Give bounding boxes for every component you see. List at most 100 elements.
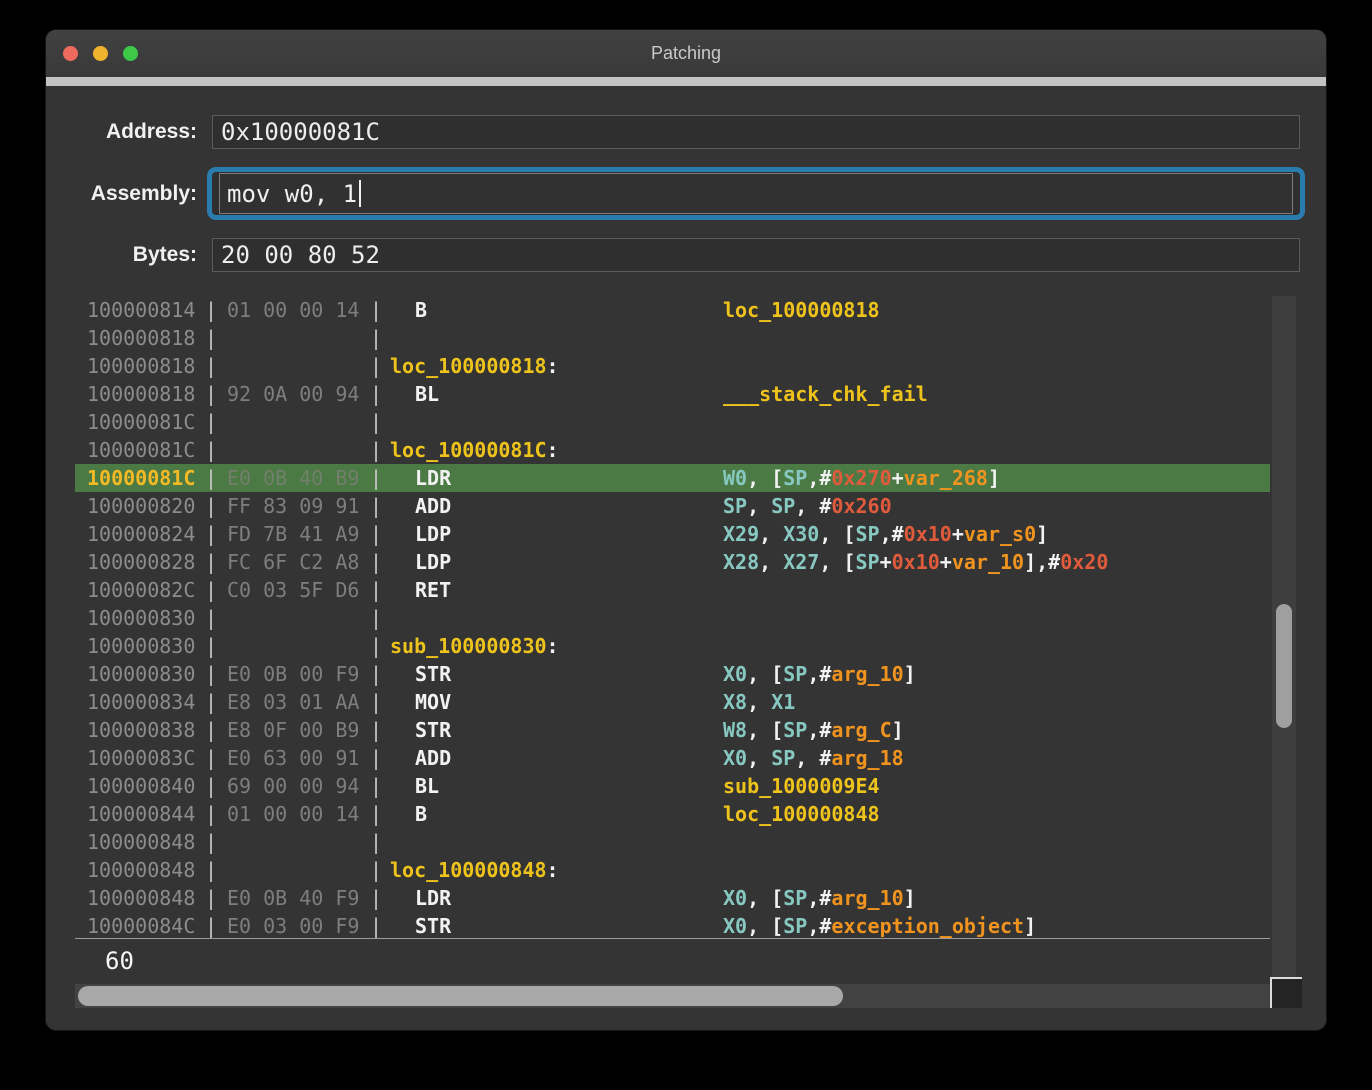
operand-seg: X28 <box>723 550 759 574</box>
address-cell: 100000820 <box>87 492 195 520</box>
operands-cell: W8, [SP,#arg_C] <box>723 716 904 744</box>
operand-seg: ,# <box>807 718 831 742</box>
address-cell: 100000830 <box>87 660 195 688</box>
horizontal-scrollbar-track[interactable] <box>75 984 1270 1008</box>
bytes-cell: 01 00 00 14 <box>227 800 359 828</box>
disasm-row[interactable]: 100000824|FD 7B 41 A9|LDPX29, X30, [SP,#… <box>75 520 1270 548</box>
column-separator: | <box>370 324 382 352</box>
operand-seg: X30 <box>783 522 819 546</box>
resize-corner[interactable] <box>1270 977 1302 1008</box>
mnemonic-cell: STR <box>415 660 451 688</box>
minimize-button-icon[interactable] <box>93 46 108 61</box>
mnemonic-cell: BL <box>415 380 439 408</box>
column-separator: | <box>370 436 382 464</box>
column-separator: | <box>205 408 217 436</box>
operand-seg: SP <box>783 914 807 938</box>
disasm-row[interactable]: 100000834|E8 03 01 AA|MOVX8, X1 <box>75 688 1270 716</box>
label-name: loc_10000081C <box>390 438 547 462</box>
disasm-row[interactable]: 10000083C|E0 63 00 91|ADDX0, SP, #arg_18 <box>75 744 1270 772</box>
address-input[interactable] <box>212 115 1300 149</box>
disasm-row[interactable]: 100000848||loc_100000848: <box>75 856 1270 884</box>
operands-cell: loc_100000818 <box>723 296 880 324</box>
bytes-input[interactable] <box>212 238 1300 272</box>
operand-seg: ] <box>1036 522 1048 546</box>
disassembly-rows: 100000814|01 00 00 14|Bloc_1000008181000… <box>75 296 1270 942</box>
assembly-input[interactable]: mov w0, 1 <box>219 173 1293 214</box>
column-separator: | <box>205 856 217 884</box>
disasm-row[interactable]: 10000081C|| <box>75 408 1270 436</box>
column-separator: | <box>370 632 382 660</box>
operand-seg: ],# <box>1024 550 1060 574</box>
operands-cell: X0, SP, #arg_18 <box>723 744 904 772</box>
assembly-focus-ring: mov w0, 1 <box>207 167 1305 220</box>
column-separator: | <box>370 576 382 604</box>
horizontal-scrollbar-thumb[interactable] <box>78 986 843 1006</box>
mnemonic-cell: ADD <box>415 492 451 520</box>
vertical-scrollbar-track[interactable] <box>1272 296 1296 977</box>
address-cell: 10000081C <box>87 436 195 464</box>
label-name: loc_100000818 <box>390 354 547 378</box>
operand-seg: , # <box>795 494 831 518</box>
operand-seg: var_10 <box>952 550 1024 574</box>
bytes-cell: C0 03 5F D6 <box>227 576 359 604</box>
window-title: Patching <box>46 30 1326 77</box>
operands-cell: ___stack_chk_fail <box>723 380 928 408</box>
column-separator: | <box>370 352 382 380</box>
disasm-row[interactable]: 10000082C|C0 03 5F D6|RET <box>75 576 1270 604</box>
address-cell: 10000081C <box>87 464 195 492</box>
disasm-row[interactable]: 100000818|| <box>75 324 1270 352</box>
column-separator: | <box>205 352 217 380</box>
address-cell: 10000084C <box>87 912 195 940</box>
disasm-row[interactable]: 100000848|E0 0B 40 F9|LDRX0, [SP,#arg_10… <box>75 884 1270 912</box>
column-separator: | <box>370 828 382 856</box>
disasm-row[interactable]: 100000814|01 00 00 14|Bloc_100000818 <box>75 296 1270 324</box>
zoom-button-icon[interactable] <box>123 46 138 61</box>
address-cell: 100000830 <box>87 604 195 632</box>
disasm-row[interactable]: 10000081C||loc_10000081C: <box>75 436 1270 464</box>
disasm-row[interactable]: 100000840|69 00 00 94|BLsub_1000009E4 <box>75 772 1270 800</box>
disasm-row[interactable]: 10000084C|E0 03 00 F9|STRX0, [SP,#except… <box>75 912 1270 940</box>
address-cell: 100000818 <box>87 380 195 408</box>
column-separator: | <box>370 912 382 940</box>
patching-window: Patching Address: Assembly: mov w0, 1 By… <box>46 30 1326 1030</box>
disasm-row[interactable]: 100000820|FF 83 09 91|ADDSP, SP, #0x260 <box>75 492 1270 520</box>
operand-seg: X27 <box>783 550 819 574</box>
disasm-row[interactable]: 10000081C|E0 0B 40 B9|LDRW0, [SP,#0x270+… <box>75 464 1270 492</box>
label-colon: : <box>547 438 559 462</box>
titlebar[interactable]: Patching <box>46 30 1326 77</box>
disasm-row[interactable]: 100000818|92 0A 00 94|BL___stack_chk_fai… <box>75 380 1270 408</box>
operands-cell: X8, X1 <box>723 688 795 716</box>
operands-cell: X0, [SP,#arg_10] <box>723 660 916 688</box>
vertical-scrollbar-thumb[interactable] <box>1276 604 1292 728</box>
column-separator: | <box>205 464 217 492</box>
column-separator: | <box>205 912 217 940</box>
operand-seg: X1 <box>771 690 795 714</box>
disasm-row[interactable]: 100000830|E0 0B 00 F9|STRX0, [SP,#arg_10… <box>75 660 1270 688</box>
mnemonic-cell: LDP <box>415 548 451 576</box>
operand-seg: sub_1000009E4 <box>723 774 880 798</box>
disasm-row[interactable]: 100000830||sub_100000830: <box>75 632 1270 660</box>
bytes-cell: FF 83 09 91 <box>227 492 359 520</box>
operand-seg: , [ <box>747 466 783 490</box>
operand-seg: var_s0 <box>964 522 1036 546</box>
disasm-row[interactable]: 100000818||loc_100000818: <box>75 352 1270 380</box>
column-separator: | <box>205 800 217 828</box>
label-cell: loc_100000818: <box>390 352 559 380</box>
disasm-row[interactable]: 100000844|01 00 00 14|Bloc_100000848 <box>75 800 1270 828</box>
bytes-cell: E8 03 01 AA <box>227 688 359 716</box>
address-cell: 100000848 <box>87 856 195 884</box>
column-separator: | <box>205 660 217 688</box>
column-separator: | <box>205 576 217 604</box>
disasm-row[interactable]: 100000830|| <box>75 604 1270 632</box>
close-button-icon[interactable] <box>63 46 78 61</box>
operand-seg: X0 <box>723 886 747 910</box>
address-cell: 100000824 <box>87 520 195 548</box>
operands-cell: sub_1000009E4 <box>723 772 880 800</box>
disasm-row[interactable]: 100000828|FC 6F C2 A8|LDPX28, X27, [SP+0… <box>75 548 1270 576</box>
operand-seg: 0x260 <box>831 494 891 518</box>
operand-seg: , <box>747 746 771 770</box>
address-cell: 100000848 <box>87 884 195 912</box>
disasm-row[interactable]: 100000838|E8 0F 00 B9|STRW8, [SP,#arg_C] <box>75 716 1270 744</box>
operand-seg: SP <box>855 550 879 574</box>
disasm-row[interactable]: 100000848|| <box>75 828 1270 856</box>
